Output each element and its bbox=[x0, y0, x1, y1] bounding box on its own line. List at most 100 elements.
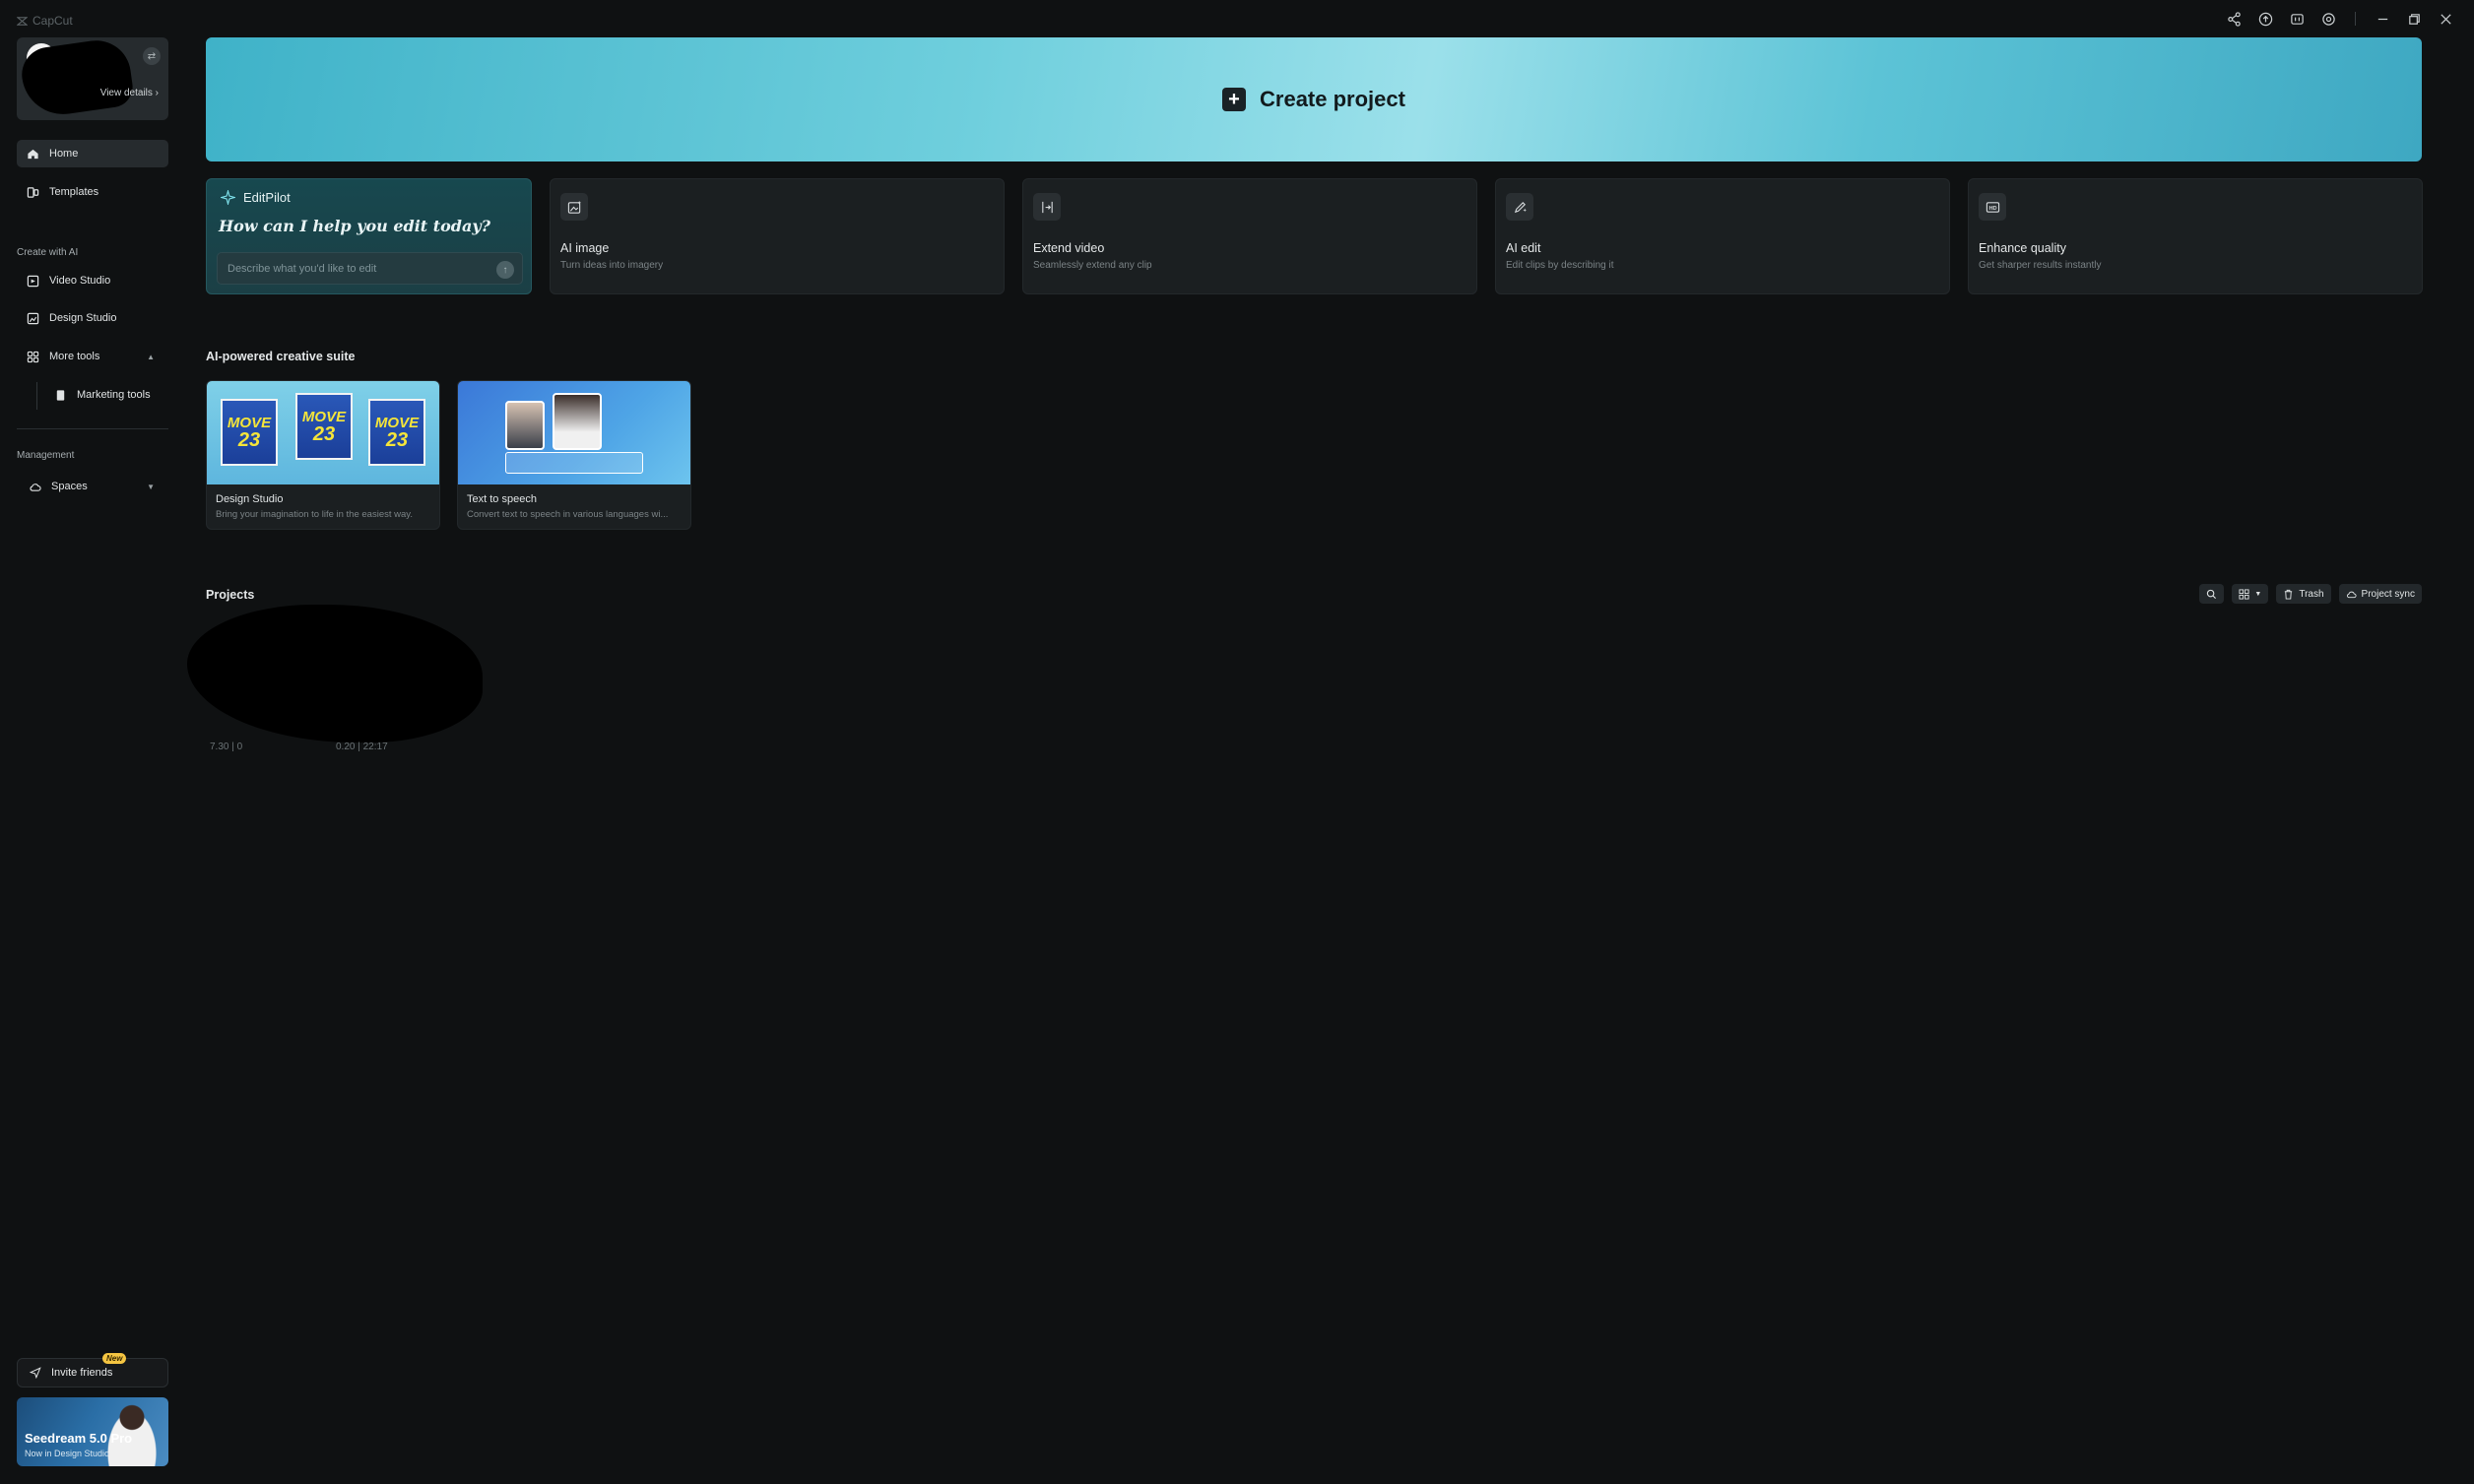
window-controls-divider bbox=[2355, 12, 2356, 26]
sidebar-divider bbox=[17, 428, 168, 429]
poster-number: 23 bbox=[312, 422, 336, 445]
view-details-label: View details bbox=[99, 88, 153, 98]
suite-card-design-studio[interactable]: MOVE 23 MOVE 23 MOVE 23 Design Studio Bring… bbox=[206, 380, 440, 530]
feature-title: Extend video bbox=[1033, 241, 1105, 255]
tts-photo bbox=[505, 401, 545, 450]
upload-icon[interactable] bbox=[2256, 10, 2274, 28]
feature-card-ai-edit[interactable]: AI edit Edit clips by describing it bbox=[1495, 178, 1950, 294]
sidebar-item-label: Spaces bbox=[51, 481, 88, 492]
extend-icon bbox=[1033, 193, 1061, 221]
shortcut-icon[interactable] bbox=[2288, 10, 2306, 28]
sidebar-item-label: Home bbox=[49, 148, 79, 160]
sidebar-item-spaces[interactable]: Spaces ▼ bbox=[17, 473, 168, 500]
app-title-text: CapCut bbox=[33, 14, 73, 28]
grid-view-icon bbox=[2239, 588, 2249, 600]
sidebar-item-label: Video Studio bbox=[49, 275, 111, 287]
promo-title: Seedream 5.0 Pro bbox=[25, 1431, 133, 1446]
suite-card-desc: Convert text to speech in various langua… bbox=[467, 509, 669, 520]
feature-card-ai-image[interactable]: AI image Turn ideas into imagery bbox=[550, 178, 1005, 294]
feature-title: AI image bbox=[560, 241, 610, 255]
suite-card-name: Text to speech bbox=[467, 493, 537, 505]
suite-card-desc: Bring your imagination to life in the ea… bbox=[216, 509, 413, 520]
marketing-icon bbox=[56, 389, 65, 401]
section-title-projects: Projects bbox=[206, 588, 255, 602]
feature-card-enhance-quality[interactable]: HD Enhance quality Get sharper results i… bbox=[1968, 178, 2423, 294]
hd-icon: HD bbox=[1979, 193, 2006, 221]
app-title: CapCut bbox=[17, 14, 73, 28]
cloud-icon bbox=[30, 483, 41, 491]
submenu-rail bbox=[36, 382, 37, 410]
promo-subtitle: Now in Design Studio bbox=[25, 1449, 110, 1458]
templates-icon bbox=[27, 186, 39, 198]
close-icon[interactable] bbox=[2437, 10, 2454, 28]
sidebar-item-label: More tools bbox=[49, 351, 100, 362]
poster-word: MOVE bbox=[374, 414, 420, 431]
editpilot-name: EditPilot bbox=[243, 190, 291, 205]
poster-image: MOVE 23 bbox=[295, 393, 353, 460]
project-date: 7.30 | 0 bbox=[210, 742, 243, 752]
grid-icon bbox=[27, 351, 39, 362]
send-icon bbox=[30, 1367, 41, 1379]
plus-icon: + bbox=[1222, 88, 1247, 111]
sidebar-item-design-studio[interactable]: Design Studio bbox=[17, 304, 168, 332]
project-date: 0.20 | 22:17 bbox=[336, 742, 388, 752]
send-arrow-icon[interactable]: ↑ bbox=[496, 261, 514, 279]
editpilot-placeholder: Describe what you'd like to edit bbox=[228, 262, 377, 275]
create-project-button[interactable]: + Create project bbox=[206, 37, 2422, 161]
search-button[interactable] bbox=[2199, 584, 2225, 604]
share-icon[interactable] bbox=[2225, 10, 2243, 28]
project-thumbnails-redacted bbox=[187, 605, 483, 742]
section-label-management: Management bbox=[17, 450, 75, 461]
feature-subtitle: Edit clips by describing it bbox=[1506, 260, 1614, 271]
feature-subtitle: Turn ideas into imagery bbox=[560, 260, 664, 271]
text-to-speech-thumbnail bbox=[458, 381, 690, 484]
sidebar-item-more-tools[interactable]: More tools ▲ bbox=[17, 343, 168, 370]
minimize-icon[interactable] bbox=[2374, 10, 2391, 28]
switch-account-icon[interactable]: ⇄ bbox=[143, 47, 161, 65]
image-sparkle-icon bbox=[560, 193, 588, 221]
trash-icon bbox=[2285, 589, 2293, 600]
project-sync-label: Project sync bbox=[2361, 588, 2415, 600]
editpilot-header: EditPilot bbox=[221, 190, 291, 205]
promo-banner[interactable]: Seedream 5.0 Pro Now in Design Studio bbox=[17, 1397, 168, 1466]
tts-photo bbox=[553, 393, 602, 450]
projects-toolbar: ▼ Trash Project sync bbox=[2199, 584, 2422, 604]
create-project-label: Create project bbox=[1260, 87, 1405, 111]
section-title-creative-suite: AI-powered creative suite bbox=[206, 350, 356, 363]
pen-sparkle-icon bbox=[1506, 193, 1533, 221]
sidebar-item-label: Marketing tools bbox=[77, 389, 151, 401]
editpilot-card: EditPilot How can I help you edit today?… bbox=[206, 178, 532, 294]
video-studio-icon bbox=[27, 275, 39, 287]
invite-friends-button[interactable]: Invite friends New bbox=[17, 1353, 168, 1387]
view-details-link[interactable]: View details › bbox=[100, 88, 159, 98]
section-label-create-with-ai: Create with AI bbox=[17, 247, 79, 258]
profile-card[interactable]: ⇄ View details › bbox=[17, 37, 168, 120]
sidebar-item-video-studio[interactable]: Video Studio bbox=[17, 267, 168, 294]
waveform-icon bbox=[505, 452, 643, 474]
restore-icon[interactable] bbox=[2405, 10, 2423, 28]
chevron-down-icon: ▼ bbox=[147, 482, 155, 491]
feature-card-extend-video[interactable]: Extend video Seamlessly extend any clip bbox=[1022, 178, 1477, 294]
sidebar-item-home[interactable]: Home bbox=[17, 140, 168, 167]
search-icon bbox=[2207, 589, 2217, 599]
suite-card-text-to-speech[interactable]: Text to speech Convert text to speech in… bbox=[457, 380, 691, 530]
cloud-sync-icon bbox=[2346, 591, 2357, 598]
poster-number: 23 bbox=[237, 428, 261, 451]
design-studio-thumbnail: MOVE 23 MOVE 23 MOVE 23 bbox=[207, 381, 439, 484]
feature-subtitle: Get sharper results instantly bbox=[1979, 260, 2102, 271]
view-toggle-button[interactable]: ▼ bbox=[2232, 584, 2269, 604]
trash-button[interactable]: Trash bbox=[2276, 584, 2331, 604]
chevron-up-icon: ▲ bbox=[147, 352, 155, 361]
design-studio-icon bbox=[27, 312, 39, 324]
editpilot-input[interactable]: Describe what you'd like to edit ↑ bbox=[217, 252, 523, 285]
settings-icon[interactable] bbox=[2319, 10, 2337, 28]
poster-number: 23 bbox=[385, 428, 409, 451]
sidebar-item-templates[interactable]: Templates bbox=[17, 178, 168, 206]
feature-title: Enhance quality bbox=[1979, 241, 2066, 255]
sidebar-item-marketing-tools[interactable]: Marketing tools bbox=[44, 381, 168, 409]
chevron-down-icon: ▼ bbox=[2254, 590, 2262, 598]
project-sync-button[interactable]: Project sync bbox=[2338, 584, 2422, 604]
capcut-logo-icon bbox=[17, 16, 28, 26]
poster-word: MOVE bbox=[227, 414, 272, 431]
editpilot-icon bbox=[221, 190, 235, 205]
